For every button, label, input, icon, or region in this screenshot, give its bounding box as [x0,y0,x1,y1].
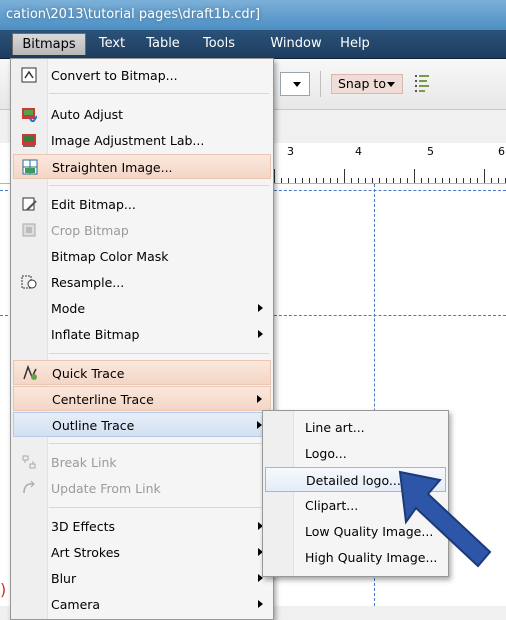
update-link-icon [23,480,35,494]
menu-item-resample[interactable]: Resample... [13,270,271,295]
ruler-tick [491,178,492,183]
submenu-arrow-icon [258,330,263,338]
snap-to-dropdown[interactable]: Snap to [331,74,403,94]
ruler-tick [393,178,394,183]
ruler-tick [288,178,289,183]
ruler-tick [421,178,422,183]
ruler-label: 5 [427,145,434,158]
guides-icon[interactable] [414,73,430,93]
canvas-object-edge: ) [0,580,7,599]
ruler-tick [414,169,415,183]
ruler-tick [477,178,478,183]
ruler-tick [449,178,450,183]
ruler-tick [372,178,373,183]
menu-item-blur[interactable]: Blur [13,566,271,591]
submenu-arrow-icon [257,395,262,403]
auto-adjust-icon [22,108,37,122]
pointer-arrow-icon [398,470,492,568]
menu-divider [49,185,269,186]
menu-item-convert-to-bitmap[interactable]: Convert to Bitmap... [13,63,271,88]
bitmaps-menu: Convert to Bitmap... Auto Adjust Image A… [10,58,274,620]
menu-item-camera[interactable]: Camera [13,592,271,617]
ruler-tick [337,178,338,183]
ruler-tick [323,178,324,183]
ruler-tick [428,178,429,183]
menu-item-update-from-link[interactable]: Update From Link [13,476,271,501]
ruler-tick [484,169,485,183]
menu-item-inflate-bitmap[interactable]: Inflate Bitmap [13,322,271,347]
edit-bitmap-icon [22,197,37,211]
menu-divider [49,507,269,508]
ruler-label: 4 [355,145,362,158]
ruler-tick [435,178,436,183]
menu-item-straighten-image[interactable]: Straighten Image... [13,154,271,179]
menu-tools[interactable]: Tools [194,33,244,55]
ruler-tick [351,178,352,183]
chevron-down-icon [293,82,301,87]
ruler-tick [463,178,464,183]
ruler-tick [344,169,345,183]
ruler-label: 6 [498,145,505,158]
snap-to-label: Snap to [338,76,386,91]
menu-bar: Bitmaps Text Table Tools Window Help [0,30,506,59]
window-title: cation\2013\tutorial pages\draft1b.cdr] [0,0,506,30]
ruler-tick [309,178,310,183]
crop-icon [22,223,36,237]
menu-item-quick-trace[interactable]: Quick Trace [13,360,271,385]
menu-item-bitmap-color-mask[interactable]: Bitmap Color Mask [13,244,271,269]
ruler-tick [274,169,275,183]
ruler-tick [498,178,499,183]
ruler-tick [302,178,303,183]
menu-divider [49,443,269,444]
menu-text[interactable]: Text [90,33,134,55]
ruler-tick [358,178,359,183]
ruler-tick [386,178,387,183]
submenu-item-logo[interactable]: Logo... [265,441,446,466]
menu-item-image-adjustment-lab[interactable]: Image Adjustment Lab... [13,128,271,153]
ruler-tick [379,178,380,183]
resample-icon [21,275,37,289]
menu-divider [49,353,269,354]
menu-item-mode[interactable]: Mode [13,296,271,321]
menu-item-break-link[interactable]: Break Link [13,450,271,475]
ruler-tick [407,178,408,183]
menu-divider [49,93,269,94]
menu-window[interactable]: Window [264,33,328,55]
break-link-icon [22,455,36,469]
ruler-tick [400,178,401,183]
straighten-icon [22,159,38,175]
menu-item-crop-bitmap[interactable]: Crop Bitmap [13,218,271,243]
ruler-tick [330,178,331,183]
convert-bitmap-icon [21,67,37,83]
menu-item-centerline-trace[interactable]: Centerline Trace [13,386,271,411]
ruler-tick [456,178,457,183]
menu-item-auto-adjust[interactable]: Auto Adjust [13,102,271,127]
menu-item-outline-trace[interactable]: Outline Trace [13,412,271,437]
submenu-arrow-icon [258,304,263,312]
quick-trace-icon [23,365,37,380]
menu-item-edit-bitmap[interactable]: Edit Bitmap... [13,192,271,217]
menu-help[interactable]: Help [334,33,376,55]
chevron-down-icon [387,82,395,87]
menu-bitmaps[interactable]: Bitmaps [12,33,86,55]
toolbar-separator [320,71,321,97]
ruler-tick [470,178,471,183]
ruler-tick [316,178,317,183]
ruler-label: 3 [287,145,294,158]
ruler-tick [281,178,282,183]
ruler-tick [442,178,443,183]
submenu-item-line-art[interactable]: Line art... [265,415,446,440]
submenu-arrow-icon [258,600,263,608]
menu-item-3d-effects[interactable]: 3D Effects [13,514,271,539]
menu-table[interactable]: Table [138,33,188,55]
adjustment-lab-icon [22,134,36,147]
ruler-tick [365,178,366,183]
ruler-tick [295,178,296,183]
menu-item-art-strokes[interactable]: Art Strokes [13,540,271,565]
units-dropdown[interactable] [280,72,310,96]
